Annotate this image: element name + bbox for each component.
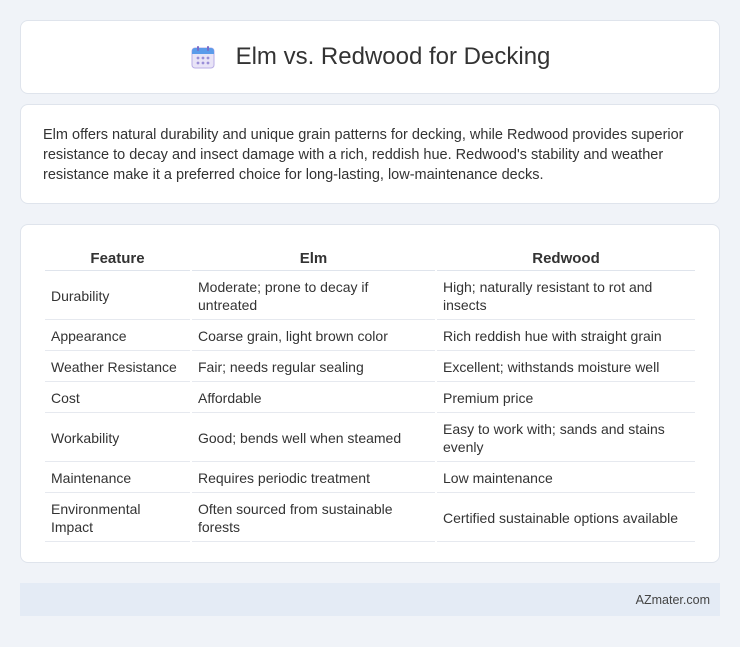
cell-redwood: Rich reddish hue with straight grain — [437, 322, 695, 351]
comparison-table: Feature Elm Redwood Durability Moderate;… — [43, 245, 697, 544]
cell-elm: Fair; needs regular sealing — [192, 353, 435, 382]
table-row: Workability Good; bends well when steame… — [45, 415, 695, 462]
table-row: Appearance Coarse grain, light brown col… — [45, 322, 695, 351]
header-feature: Feature — [45, 247, 190, 271]
footer-site-label: AZmater.com — [635, 592, 710, 607]
cell-feature: Appearance — [45, 322, 190, 351]
cell-feature: Environmental Impact — [45, 495, 190, 542]
table-row: Environmental Impact Often sourced from … — [45, 495, 695, 542]
cell-feature: Workability — [45, 415, 190, 462]
footer-bar: AZmater.com — [20, 583, 720, 616]
title-wrap: Elm vs. Redwood for Decking — [190, 43, 551, 71]
table-row: Durability Moderate; prone to decay if u… — [45, 273, 695, 320]
calendar-icon — [190, 44, 216, 70]
header-card: Elm vs. Redwood for Decking — [20, 20, 720, 94]
intro-text: Elm offers natural durability and unique… — [43, 127, 684, 183]
cell-elm: Affordable — [192, 384, 435, 413]
cell-feature: Durability — [45, 273, 190, 320]
header-redwood: Redwood — [437, 247, 695, 271]
cell-redwood: Easy to work with; sands and stains even… — [437, 415, 695, 462]
table-row: Cost Affordable Premium price — [45, 384, 695, 413]
cell-redwood: High; naturally resistant to rot and ins… — [437, 273, 695, 320]
comparison-table-card: Feature Elm Redwood Durability Moderate;… — [20, 224, 720, 563]
cell-redwood: Premium price — [437, 384, 695, 413]
table-row: Maintenance Requires periodic treatment … — [45, 464, 695, 493]
cell-redwood: Low maintenance — [437, 464, 695, 493]
cell-elm: Often sourced from sustainable forests — [192, 495, 435, 542]
cell-elm: Good; bends well when steamed — [192, 415, 435, 462]
table-row: Weather Resistance Fair; needs regular s… — [45, 353, 695, 382]
intro-card: Elm offers natural durability and unique… — [20, 104, 720, 204]
cell-elm: Moderate; prone to decay if untreated — [192, 273, 435, 320]
cell-redwood: Excellent; withstands moisture well — [437, 353, 695, 382]
cell-feature: Weather Resistance — [45, 353, 190, 382]
cell-redwood: Certified sustainable options available — [437, 495, 695, 542]
page-title: Elm vs. Redwood for Decking — [235, 43, 551, 70]
cell-elm: Requires periodic treatment — [192, 464, 435, 493]
cell-elm: Coarse grain, light brown color — [192, 322, 435, 351]
cell-feature: Maintenance — [45, 464, 190, 493]
table-header-row: Feature Elm Redwood — [45, 247, 695, 271]
header-elm: Elm — [192, 247, 435, 271]
cell-feature: Cost — [45, 384, 190, 413]
